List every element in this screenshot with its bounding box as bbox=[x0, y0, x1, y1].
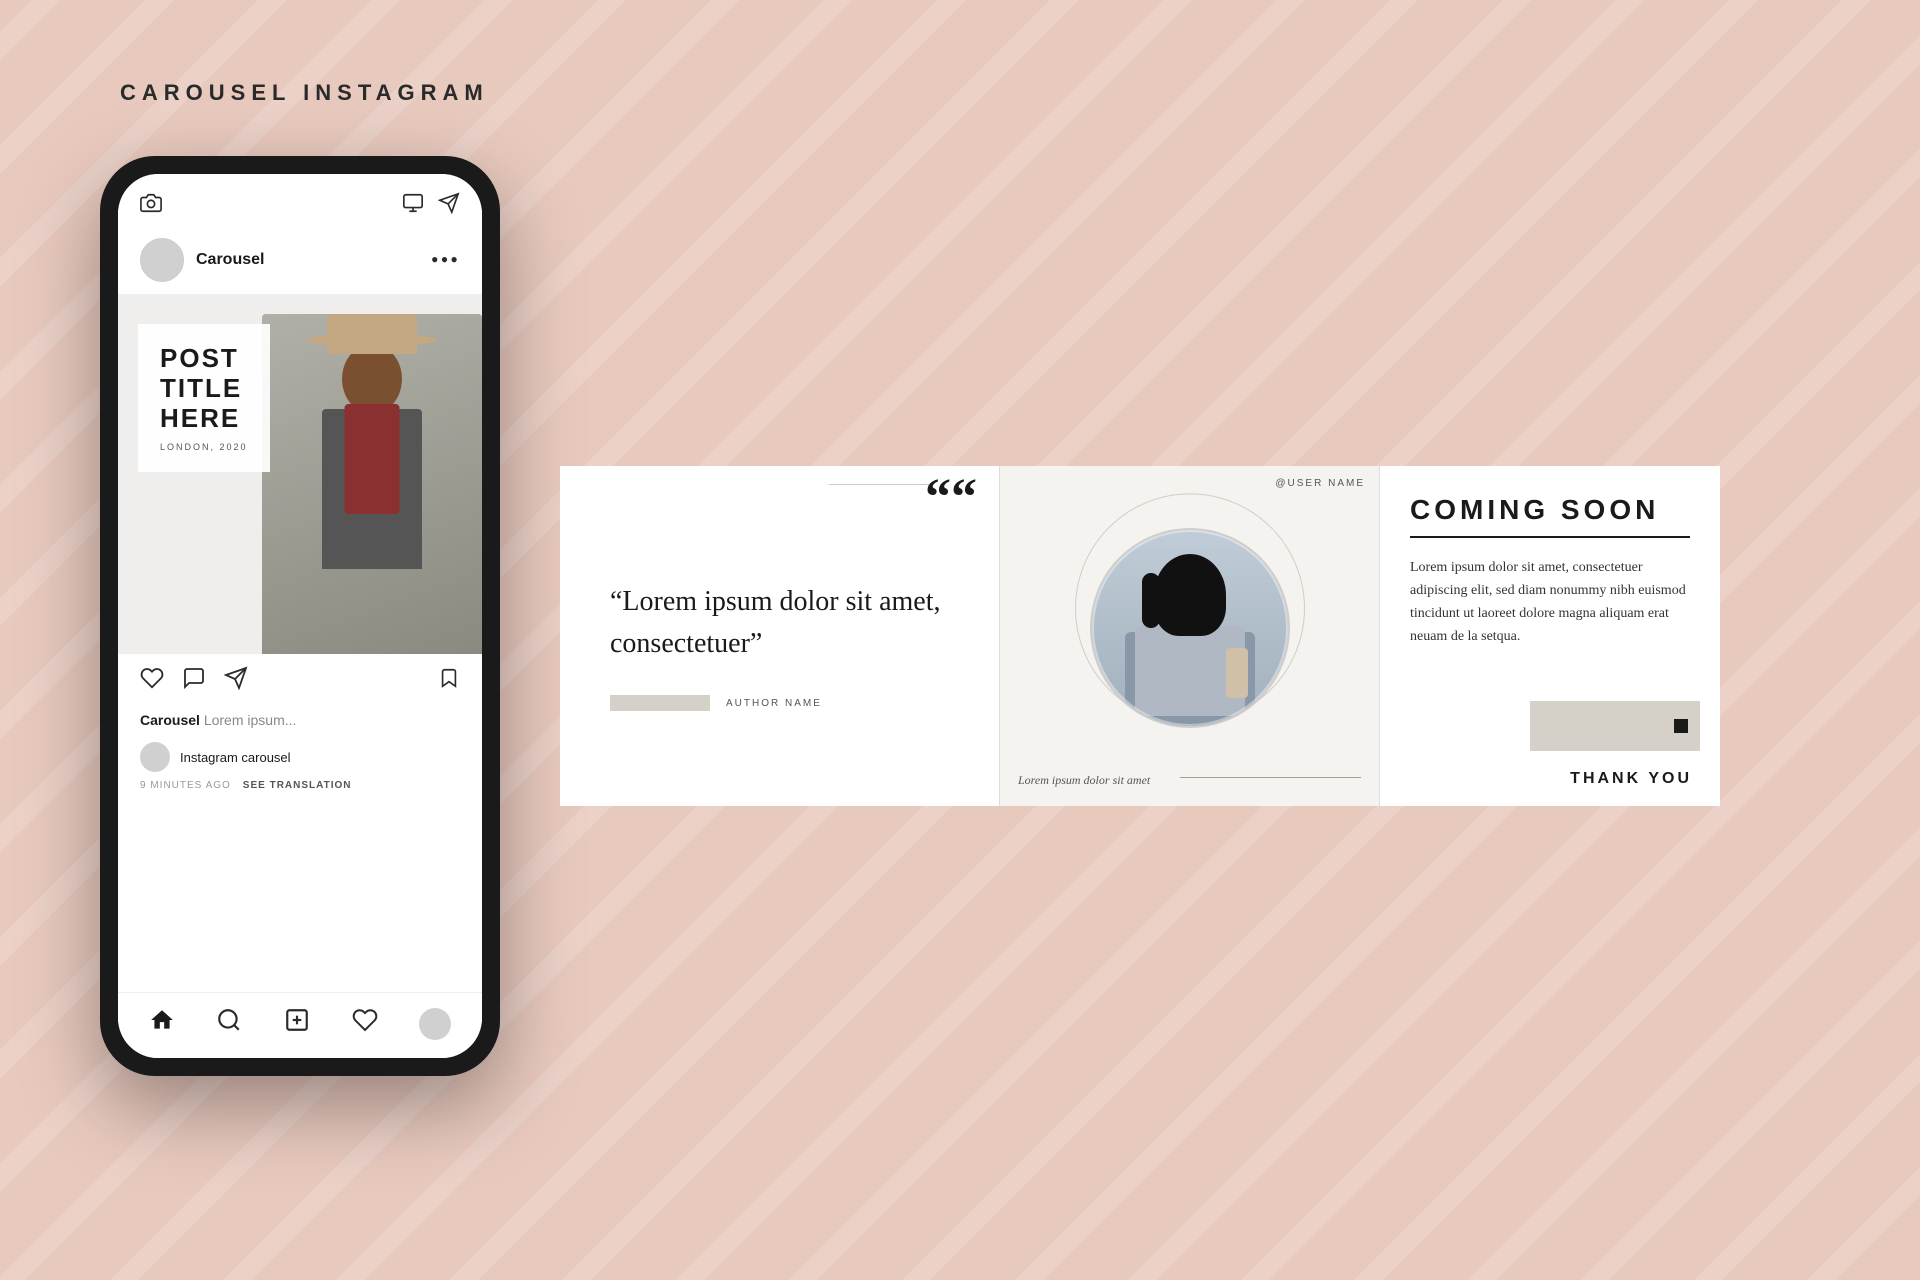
coming-soon-body: Lorem ipsum dolor sit amet, consectetuer… bbox=[1410, 556, 1690, 648]
phone-bottom-nav bbox=[118, 992, 482, 1058]
phone-post-image: POSTTITLEHERE LONDON, 2020 bbox=[118, 294, 482, 654]
add-icon[interactable] bbox=[284, 1007, 310, 1040]
carousel-panels: ““ “Lorem ipsum dolor sit amet, consecte… bbox=[560, 466, 1820, 806]
profile-left: Carousel bbox=[140, 238, 264, 282]
bookmark-icon[interactable] bbox=[438, 667, 460, 695]
post-person-figure bbox=[262, 314, 482, 654]
search-nav-icon[interactable] bbox=[216, 1007, 242, 1040]
post-title-box: POSTTITLEHERE LONDON, 2020 bbox=[138, 324, 270, 472]
phone-screen: Carousel ••• POSTTITLEHERE LONDON, 2020 bbox=[118, 174, 482, 1058]
phone-caption: Carousel Lorem ipsum... bbox=[118, 708, 482, 738]
page-title: CAROUSEL INSTAGRAM bbox=[120, 80, 489, 106]
heart-icon[interactable] bbox=[140, 666, 164, 696]
caption-username: Carousel bbox=[140, 712, 200, 728]
heart-nav-icon[interactable] bbox=[352, 1007, 378, 1040]
phone-mockup: Carousel ••• POSTTITLEHERE LONDON, 2020 bbox=[100, 156, 500, 1076]
nav-profile-avatar[interactable] bbox=[419, 1008, 451, 1040]
phone-topbar-right bbox=[402, 192, 460, 220]
coming-soon-accent-box bbox=[1530, 701, 1700, 751]
phone-actions bbox=[118, 654, 482, 708]
quote-text: “Lorem ipsum dolor sit amet, consectetue… bbox=[610, 581, 949, 665]
panel-coming-soon: COMING SOON Lorem ipsum dolor sit amet, … bbox=[1380, 466, 1720, 806]
phone-time-row: 9 MINUTES AGO SEE TRANSLATION bbox=[118, 778, 482, 797]
woman-figure bbox=[1092, 530, 1288, 726]
instagram-carousel-label: Instagram carousel bbox=[180, 750, 291, 765]
post-location: LONDON, 2020 bbox=[160, 442, 248, 452]
camera-icon[interactable] bbox=[140, 192, 162, 220]
accent-dot bbox=[1674, 719, 1688, 733]
quote-top-line bbox=[829, 484, 929, 485]
panel-profile: @USER NAME bbox=[1000, 466, 1380, 806]
caption-more: Lorem ipsum... bbox=[204, 712, 297, 728]
profile-bottom-line bbox=[1180, 777, 1361, 778]
profile-username-tag: @USER NAME bbox=[1275, 478, 1365, 489]
coming-soon-divider bbox=[1410, 536, 1690, 538]
more-options-icon[interactable]: ••• bbox=[431, 247, 460, 273]
action-left-icons bbox=[140, 666, 248, 696]
post-title-text: POSTTITLEHERE bbox=[160, 344, 248, 434]
time-ago: 9 MINUTES AGO bbox=[140, 780, 231, 791]
phone-comment-row: Instagram carousel bbox=[118, 738, 482, 778]
author-name: AUTHOR NAME bbox=[726, 698, 822, 709]
content-row: Carousel ••• POSTTITLEHERE LONDON, 2020 bbox=[100, 156, 1820, 1076]
comment-icon[interactable] bbox=[182, 666, 206, 696]
avatar bbox=[140, 238, 184, 282]
thank-you-text: THANK YOU bbox=[1570, 770, 1692, 788]
quote-author-row: AUTHOR NAME bbox=[610, 695, 949, 711]
phone-profile-bar: Carousel ••• bbox=[118, 230, 482, 294]
panel-quote: ““ “Lorem ipsum dolor sit amet, consecte… bbox=[560, 466, 1000, 806]
profile-username[interactable]: Carousel bbox=[196, 251, 264, 269]
phone-topbar bbox=[118, 174, 482, 230]
home-icon[interactable] bbox=[149, 1007, 175, 1040]
see-translation[interactable]: SEE TRANSLATION bbox=[243, 780, 352, 791]
comment-avatar bbox=[140, 742, 170, 772]
profile-caption: Lorem ipsum dolor sit amet bbox=[1018, 773, 1150, 788]
tv-icon[interactable] bbox=[402, 192, 424, 220]
send-icon[interactable] bbox=[438, 192, 460, 220]
share-icon[interactable] bbox=[224, 666, 248, 696]
author-line-decoration bbox=[610, 695, 710, 711]
coming-soon-title: COMING SOON bbox=[1410, 494, 1690, 526]
page-wrapper: CAROUSEL INSTAGRAM bbox=[0, 0, 1920, 1280]
quote-mark: ““ bbox=[925, 472, 977, 524]
caption-text: Carousel Lorem ipsum... bbox=[140, 712, 296, 728]
